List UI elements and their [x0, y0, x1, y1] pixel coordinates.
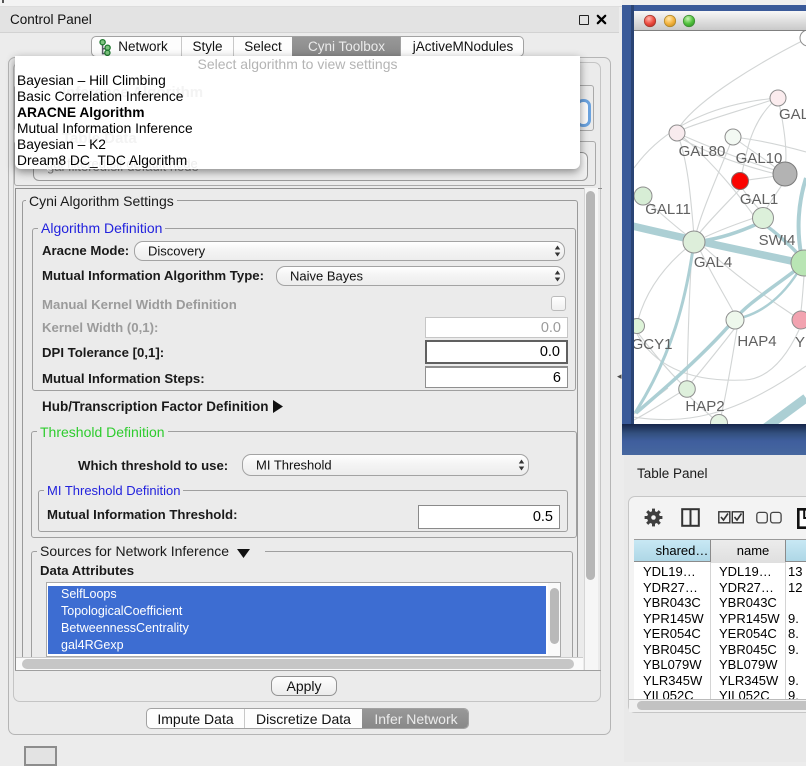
- svg-text:GAL80: GAL80: [679, 143, 726, 160]
- svg-text:GCY1: GCY1: [634, 336, 672, 353]
- svg-text:GAL: GAL: [779, 106, 806, 123]
- svg-text:HAP2: HAP2: [685, 398, 724, 415]
- svg-text:SWI4: SWI4: [759, 232, 796, 249]
- svg-text:GAL1: GAL1: [740, 191, 778, 208]
- svg-text:Y: Y: [795, 334, 805, 351]
- svg-text:GAL10: GAL10: [736, 150, 783, 167]
- svg-text:HAP4: HAP4: [737, 333, 776, 350]
- svg-text:GAL11: GAL11: [645, 201, 691, 218]
- svg-text:GAL4: GAL4: [694, 254, 732, 271]
